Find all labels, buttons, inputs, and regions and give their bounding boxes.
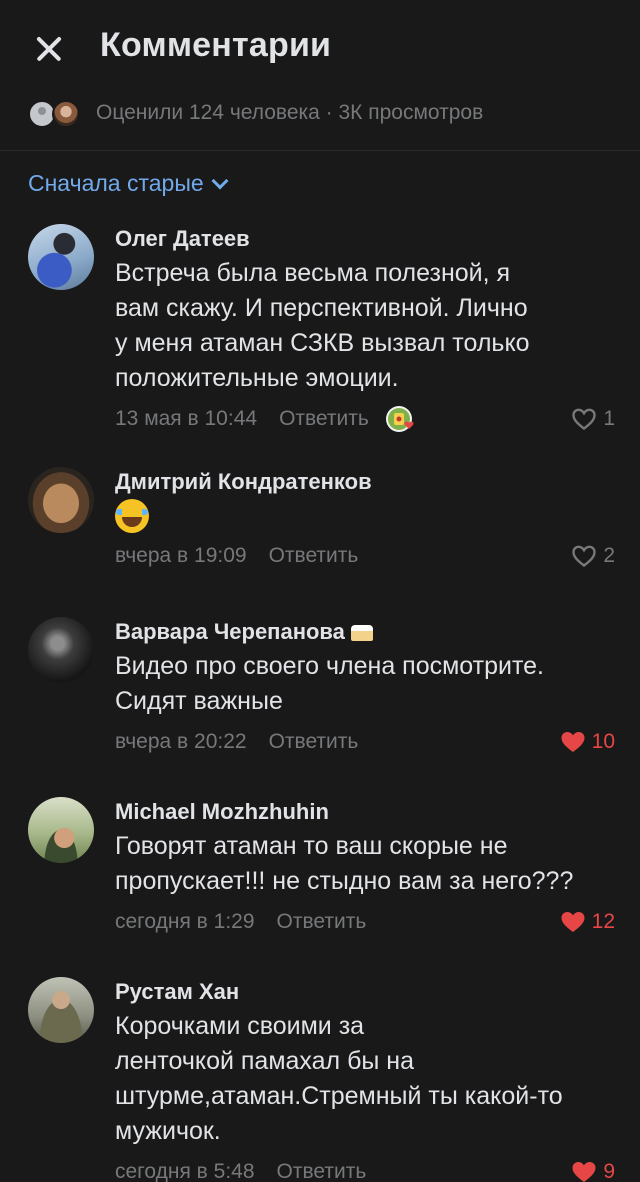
comment-author[interactable]: Олег Датеев (115, 224, 615, 254)
avatar[interactable] (28, 617, 94, 683)
reply-button[interactable]: Ответить (277, 910, 367, 934)
sticker-reaction-icon[interactable] (385, 402, 419, 436)
comment-date: вчера в 19:09 (115, 544, 247, 567)
avatar[interactable] (28, 977, 94, 1043)
close-icon[interactable] (28, 28, 70, 70)
like-count: 2 (603, 544, 615, 567)
face-with-tears-of-joy-icon (115, 499, 149, 533)
heart-filled-icon (561, 732, 585, 752)
header: Комментарии (0, 0, 640, 96)
comment-meta: сегодня в 5:48 Ответить 9 (115, 1155, 615, 1182)
heart-filled-icon (572, 1162, 596, 1182)
likes-summary[interactable]: Оценили 124 человека · 3К просмотров (28, 96, 483, 130)
like-button[interactable]: 12 (560, 905, 615, 939)
cake-icon (350, 623, 373, 641)
comment-author[interactable]: Рустам Хан (115, 977, 615, 1007)
comment-date: вчера в 20:22 (115, 730, 247, 753)
page-title: Комментарии (100, 26, 332, 64)
comment-author[interactable]: Варвара Черепанова (115, 617, 615, 647)
comment-line: Встреча была весьма полезной, я (115, 259, 511, 287)
comment-line: Сидят важные (115, 687, 283, 715)
liker-avatars (28, 98, 88, 128)
likes-summary-text: Оценили 124 человека · 3К просмотров (96, 101, 484, 124)
comment-line: у меня атаман СЗКВ вызвал только (115, 329, 530, 357)
comment-line: штурме,атаман.Стремный ты какой-то (115, 1082, 563, 1110)
reply-button[interactable]: Ответить (269, 544, 359, 568)
comment-text: Говорят атаман то ваш скорые не пропуска… (115, 829, 615, 899)
avatar (52, 100, 80, 128)
reply-button[interactable]: Ответить (269, 730, 359, 754)
comment-line: Видео про своего члена посмотрите. (115, 652, 544, 680)
like-button[interactable]: 1 (571, 402, 615, 436)
comment-date: 13 мая в 10:44 (115, 407, 258, 430)
like-button[interactable]: 2 (571, 539, 615, 573)
comment-line: положительные эмоции. (115, 364, 399, 392)
comment-line: Корочками своими за (115, 1012, 365, 1040)
comment-text (115, 499, 615, 533)
comment-author-name: Варвара Черепанова (115, 619, 345, 644)
heart-outline-icon (572, 545, 597, 568)
comment-text: Встреча была весьма полезной, я вам скаж… (115, 256, 615, 396)
like-count: 1 (603, 407, 615, 430)
comment-date: сегодня в 1:29 (115, 910, 255, 933)
comment-author[interactable]: Дмитрий Кондратенков (115, 467, 615, 497)
chevron-down-icon (211, 172, 229, 189)
comment-line: ленточкой памахал бы на (115, 1047, 415, 1075)
avatar[interactable] (28, 467, 94, 533)
comment-text: Видео про своего члена посмотрите. Сидят… (115, 649, 615, 719)
divider (0, 150, 640, 151)
comment-date: сегодня в 5:48 (115, 1160, 255, 1182)
comment-meta: вчера в 19:09 Ответить 2 (115, 539, 615, 573)
like-count: 9 (603, 1160, 615, 1182)
like-count: 12 (591, 910, 615, 933)
comment-meta: вчера в 20:22 Ответить 10 (115, 725, 615, 759)
reply-button[interactable]: Ответить (277, 1160, 367, 1182)
heart-outline-icon (572, 408, 597, 431)
comment-line: Говорят атаман то ваш скорые не (115, 832, 508, 860)
sort-dropdown[interactable]: Сначала старые (28, 170, 229, 197)
comment-line: вам скажу. И перспективной. Лично (115, 294, 528, 322)
comment-line: мужичок. (115, 1117, 221, 1145)
heart-filled-icon (561, 912, 585, 932)
comment-meta: сегодня в 1:29 Ответить 12 (115, 905, 615, 939)
comment-author[interactable]: Michael Mozhzhuhin (115, 797, 615, 827)
reply-button[interactable]: Ответить (279, 407, 369, 431)
avatar[interactable] (28, 797, 94, 863)
like-button[interactable]: 10 (560, 725, 615, 759)
comment-meta: 13 мая в 10:44 Ответить 1 (115, 402, 615, 436)
avatar[interactable] (28, 224, 94, 290)
like-count: 10 (591, 730, 615, 753)
sort-label: Сначала старые (28, 170, 204, 196)
comment-line: пропускает!!! не стыдно вам за него??? (115, 867, 574, 895)
comment-text: Корочками своими за ленточкой памахал бы… (115, 1009, 615, 1149)
like-button[interactable]: 9 (571, 1155, 615, 1182)
